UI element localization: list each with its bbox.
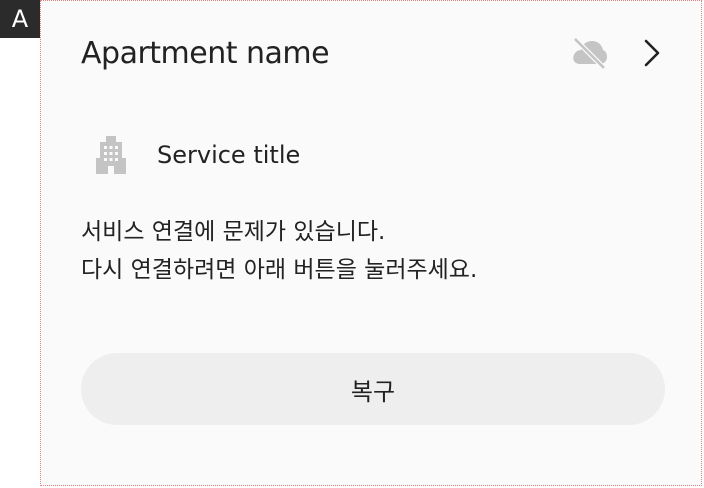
cloud-off-icon — [569, 33, 609, 73]
error-message-line2: 다시 연결하려면 아래 버튼을 눌러주세요. — [81, 257, 478, 283]
card-header: Apartment name — [81, 29, 665, 77]
building-icon — [93, 133, 129, 177]
apartment-title: Apartment name — [81, 35, 330, 71]
corner-label: A — [0, 0, 40, 38]
error-message-line1: 서비스 연결에 문제가 있습니다. — [81, 219, 386, 245]
service-title: Service title — [157, 141, 301, 169]
error-message: 서비스 연결에 문제가 있습니다. 다시 연결하려면 아래 버튼을 눌러주세요. — [81, 213, 661, 289]
service-row: Service title — [93, 129, 300, 181]
chevron-right-icon[interactable] — [639, 33, 665, 73]
restore-button[interactable]: 복구 — [81, 353, 665, 425]
service-card: Apartment name Service title 서비스 연결에 문제가… — [40, 0, 702, 486]
